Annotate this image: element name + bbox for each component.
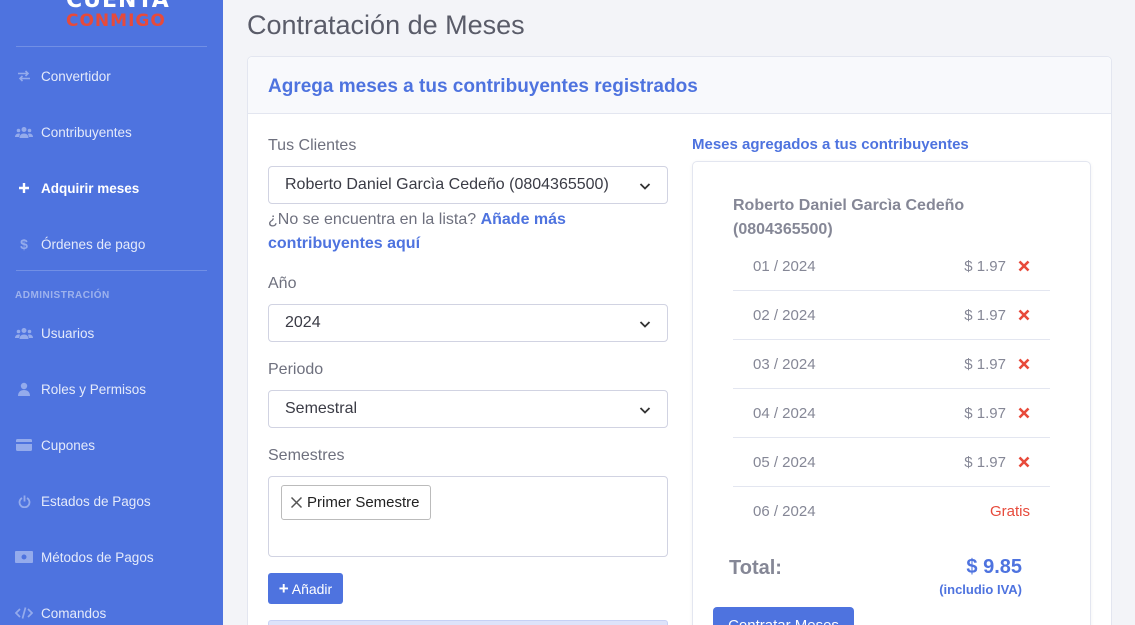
sidebar-item-label: Usuarios — [41, 325, 95, 341]
sidebar-item-label: Comandos — [41, 605, 107, 621]
month-label: 03 / 2024 — [753, 355, 816, 373]
summary-client-name: Roberto Daniel Garcìa Cedeño (0804365500… — [733, 197, 965, 238]
sidebar-divider — [16, 46, 207, 47]
month-price: $ 1.97 — [964, 257, 1006, 275]
remove-month-icon[interactable] — [1018, 358, 1030, 370]
year-label: Año — [268, 275, 297, 292]
month-price: $ 1.97 — [964, 404, 1006, 422]
sidebar-item-label: Roles y Permisos — [41, 381, 147, 397]
total-value: $ 9.85 — [966, 556, 1022, 578]
month-row: 06 / 2024 Gratis — [733, 487, 1050, 536]
users-icon — [15, 126, 33, 138]
remove-month-icon[interactable] — [1018, 407, 1030, 419]
chevron-down-icon — [639, 317, 651, 329]
month-label: 02 / 2024 — [753, 306, 816, 324]
sidebar-item-metodos-pagos[interactable]: Métodos de Pagos — [15, 545, 154, 569]
month-label: 01 / 2024 — [753, 257, 816, 275]
month-price: $ 1.97 — [964, 355, 1006, 373]
page-title: Contratación de Meses — [247, 10, 525, 40]
period-select[interactable]: Semestral — [268, 390, 668, 428]
help-question: ¿No se encuentra en la lista? — [268, 211, 477, 228]
month-label: 05 / 2024 — [753, 453, 816, 471]
sidebar-item-label: Métodos de Pagos — [41, 549, 154, 565]
chevron-down-icon — [639, 403, 651, 415]
client-select[interactable]: Roberto Daniel Garcìa Cedeño (0804365500… — [268, 166, 668, 204]
dollar-icon: $ — [20, 236, 28, 252]
sidebar-item-roles-permisos[interactable]: Roles y Permisos — [15, 377, 146, 401]
period-select-value: Semestral — [285, 400, 358, 417]
remove-month-icon[interactable] — [1018, 309, 1030, 321]
sidebar-item-label: Órdenes de pago — [41, 236, 146, 252]
sidebar-item-contribuyentes[interactable]: Contribuyentes — [15, 120, 132, 144]
year-select[interactable]: 2024 — [268, 304, 668, 342]
remove-month-icon[interactable] — [1018, 456, 1030, 468]
month-row: 05 / 2024 $ 1.97 — [733, 438, 1050, 487]
sidebar-item-label: Estados de Pagos — [41, 493, 151, 509]
client-select-value: Roberto Daniel Garcìa Cedeño (0804365500… — [285, 176, 609, 193]
month-price: $ 1.97 — [964, 306, 1006, 324]
month-price: $ 1.97 — [964, 453, 1006, 471]
users-icon — [15, 327, 33, 339]
semester-chip: Primer Semestre — [281, 485, 431, 520]
year-select-value: 2024 — [285, 314, 321, 331]
contract-button-label: Contratar Meses — [728, 617, 839, 625]
semesters-label: Semestres — [268, 447, 345, 464]
sidebar-item-ordenes-de-pago[interactable]: $ Órdenes de pago — [15, 232, 145, 256]
sidebar-item-label: Contribuyentes — [41, 124, 132, 140]
clients-label: Tus Clientes — [268, 137, 357, 154]
chevron-down-icon — [639, 179, 651, 191]
semesters-multiselect[interactable]: Primer Semestre — [268, 476, 668, 557]
month-row: 04 / 2024 $ 1.97 — [733, 389, 1050, 438]
sidebar-divider — [16, 270, 207, 271]
semester-chip-label: Primer Semestre — [307, 494, 420, 511]
info-alert — [268, 620, 668, 625]
sidebar-item-comandos[interactable]: Comandos — [15, 601, 106, 625]
user-icon — [15, 382, 33, 396]
exchange-icon — [15, 70, 33, 82]
month-row: 03 / 2024 $ 1.97 — [733, 340, 1050, 389]
close-icon[interactable] — [290, 496, 303, 509]
period-label: Periodo — [268, 361, 324, 378]
contract-months-button[interactable]: Contratar Meses — [713, 607, 854, 625]
sidebar-item-label: Convertidor — [41, 68, 111, 84]
total-label: Total: — [729, 557, 782, 579]
sidebar-item-label: Adquirir meses — [41, 180, 140, 196]
free-badge: Gratis — [989, 503, 1030, 520]
add-button[interactable]: + Añadir — [268, 573, 343, 604]
sidebar-item-cupones[interactable]: Cupones — [15, 433, 95, 457]
sidebar-heading: ADMINISTRACIÓN — [15, 290, 110, 301]
card-header: Agrega meses a tus contribuyentes regist… — [248, 57, 1111, 114]
code-icon — [15, 607, 33, 619]
plus-icon: + — [278, 579, 289, 598]
sidebar: CUENTA CONMIGO Convertidor Contribuyente… — [0, 0, 223, 625]
add-button-label: Añadir — [291, 580, 333, 597]
plus-icon — [15, 182, 33, 194]
sidebar-item-estados-pagos[interactable]: Estados de Pagos — [15, 489, 151, 513]
sidebar-item-label: Cupones — [41, 437, 96, 453]
help-text: ¿No se encuentra en la lista? Añade más … — [268, 208, 668, 256]
sidebar-item-adquirir-meses[interactable]: Adquirir meses — [15, 176, 139, 200]
power-icon — [15, 495, 33, 508]
brand-line-2: CONMIGO — [66, 11, 166, 31]
month-row: 02 / 2024 $ 1.97 — [733, 291, 1050, 340]
money-icon — [15, 551, 33, 563]
remove-month-icon[interactable] — [1018, 260, 1030, 272]
iva-note: (includio IVA) — [939, 582, 1022, 597]
sidebar-item-usuarios[interactable]: Usuarios — [15, 321, 94, 345]
month-row: 01 / 2024 $ 1.97 — [733, 242, 1050, 291]
card-icon — [15, 439, 33, 451]
summary-title: Meses agregados a tus contribuyentes — [692, 136, 969, 153]
card-title: Agrega meses a tus contribuyentes regist… — [268, 76, 698, 97]
month-label: 06 / 2024 — [753, 503, 816, 520]
month-label: 04 / 2024 — [753, 404, 816, 422]
sidebar-item-convertidor[interactable]: Convertidor — [15, 64, 111, 88]
brand-logo[interactable]: CUENTA CONMIGO — [0, 0, 223, 46]
